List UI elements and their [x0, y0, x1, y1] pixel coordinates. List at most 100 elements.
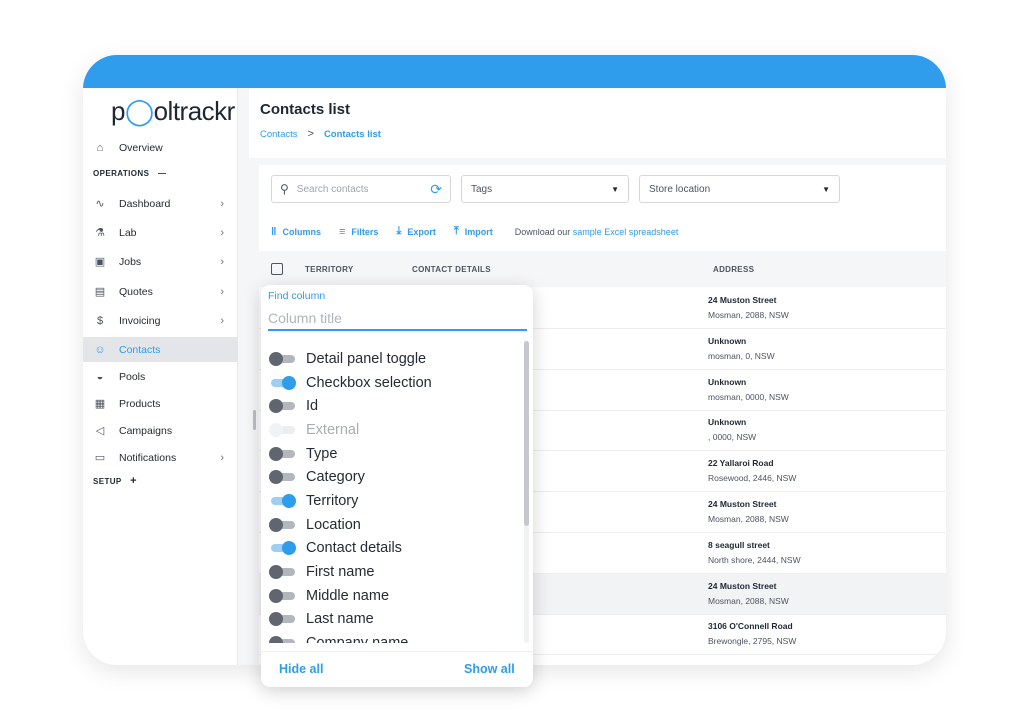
toggle-switch[interactable]	[269, 636, 296, 643]
store-location-label: Store location	[649, 183, 711, 195]
address-line1: Unknown	[708, 417, 747, 428]
columns-button[interactable]: ‖ Columns	[271, 226, 321, 238]
column-option[interactable]: First name	[261, 560, 519, 584]
toggle-switch[interactable]	[269, 493, 296, 508]
columns-panel-footer: Hide all Show all	[261, 651, 533, 687]
address-line2: Rosewood, 2446, NSW	[708, 473, 797, 484]
download-icon: ⤓	[396, 225, 402, 237]
address-line2: , 0000, NSW	[708, 432, 757, 443]
toggle-switch[interactable]	[269, 517, 296, 532]
toggle-switch[interactable]	[269, 588, 296, 603]
toggle-switch[interactable]	[269, 565, 296, 580]
sample-spreadsheet-link[interactable]: sample Excel spreadsheet	[573, 227, 679, 237]
column-option: External	[261, 418, 519, 442]
column-option[interactable]: Contact details	[261, 537, 519, 561]
filters-button[interactable]: ≡ Filters	[339, 226, 378, 238]
address-cell: 24 Muston Street Mosman, 2088, NSW	[708, 499, 789, 524]
toggle-switch[interactable]	[269, 446, 296, 461]
address-cell: 8 seagull street North shore, 2444, NSW	[708, 540, 801, 565]
columns-icon: ‖	[271, 225, 277, 238]
column-option[interactable]: Id	[261, 394, 519, 418]
export-button[interactable]: ⤓ Export	[396, 225, 435, 238]
tags-select[interactable]: Tags ▼	[461, 175, 629, 203]
store-location-select[interactable]: Store location ▼	[639, 175, 840, 203]
toggle-switch[interactable]	[269, 375, 296, 390]
column-option-label: First name	[306, 564, 375, 581]
toggle-knob	[269, 612, 283, 627]
address-line1: 24 Muston Street	[708, 499, 777, 509]
column-option[interactable]: Middle name	[261, 584, 519, 608]
column-option-label: Type	[306, 445, 338, 462]
caret-down-icon: ▼	[611, 184, 619, 194]
search-icon: ⚲	[280, 182, 289, 196]
show-all-button[interactable]: Show all	[464, 662, 515, 676]
column-option-label: Company name	[306, 635, 408, 643]
address-line2: Mosman, 2088, NSW	[708, 514, 789, 524]
address-cell: 22 Yallaroi Road Rosewood, 2446, NSW	[708, 458, 796, 483]
address-line1: 3106 O'Connell Road	[708, 621, 793, 632]
column-option-label: Contact details	[306, 540, 402, 557]
grid-toolbar: ‖ Columns ≡ Filters ⤓ Export ⤒ Import Do…	[271, 225, 678, 238]
column-list-scrollbar[interactable]	[524, 341, 529, 526]
select-all-checkbox[interactable]	[271, 263, 283, 275]
column-option[interactable]: Type	[261, 442, 519, 466]
address-line2: Mosman, 2088, NSW	[708, 310, 789, 320]
column-option[interactable]: Territory	[261, 489, 519, 513]
address-line2: mosman, 0000, NSW	[708, 391, 789, 402]
tags-select-label: Tags	[471, 183, 493, 195]
address-line1: 8 seagull street	[708, 539, 770, 550]
column-option-label: Middle name	[306, 587, 390, 604]
toggle-switch[interactable]	[269, 470, 296, 485]
toggle-switch[interactable]	[269, 612, 296, 627]
toggle-knob	[269, 470, 283, 485]
download-note: Download our sample Excel spreadsheet	[515, 227, 679, 237]
column-option[interactable]: Company name	[261, 631, 519, 643]
column-option-label: Location	[306, 516, 361, 533]
address-cell: Unknown , 0000, NSW	[708, 417, 756, 442]
column-option-label: Checkbox selection	[306, 374, 432, 391]
column-option[interactable]: Last name	[261, 608, 519, 632]
columns-panel: Find column Detail panel toggle Checkbox …	[261, 285, 533, 687]
toggle-knob	[282, 541, 296, 556]
export-button-label: Export	[407, 226, 436, 237]
search-input[interactable]: Search contacts	[297, 184, 430, 195]
address-cell: 24 Muston Street Mosman, 2088, NSW	[708, 295, 789, 320]
column-option-label: External	[306, 421, 360, 438]
column-option[interactable]: Detail panel toggle	[261, 347, 519, 371]
column-option-label: Territory	[306, 492, 359, 509]
import-button[interactable]: ⤒ Import	[454, 225, 493, 238]
address-line1: 22 Yallaroi Road	[708, 458, 774, 469]
address-cell: Unknown mosman, 0, NSW	[708, 336, 775, 361]
header-address[interactable]: ADDRESS	[713, 265, 754, 274]
address-cell: 3106 O'Connell Road Brewongle, 2795, NSW	[708, 621, 796, 646]
column-title-input[interactable]	[268, 307, 527, 331]
toggle-knob	[269, 422, 283, 437]
header-contact-details[interactable]: CONTACT DETAILS	[412, 265, 491, 274]
address-line1: Unknown	[708, 335, 747, 346]
column-option[interactable]: Category	[261, 465, 519, 489]
address-cell: 24 Muston Street Mosman, 2088, NSW	[708, 581, 789, 606]
address-line2: Brewongle, 2795, NSW	[708, 636, 797, 647]
column-option-label: Detail panel toggle	[306, 350, 427, 367]
refresh-icon[interactable]: ⟳	[430, 181, 442, 198]
address-line1: Unknown	[708, 376, 747, 387]
upload-icon: ⤒	[453, 225, 459, 237]
header-territory[interactable]: TERRITORY	[305, 265, 353, 274]
toggle-switch[interactable]	[269, 351, 296, 366]
address-line2: Mosman, 2088, NSW	[708, 595, 789, 606]
column-option[interactable]: Checkbox selection	[261, 371, 519, 395]
import-button-label: Import	[464, 226, 493, 237]
column-option[interactable]: Location	[261, 513, 519, 537]
column-option-label: Category	[306, 469, 365, 486]
toggle-switch[interactable]	[269, 399, 296, 414]
search-box[interactable]: ⚲ Search contacts ⟳	[271, 175, 451, 203]
toggle-knob	[269, 351, 283, 366]
toggle-knob	[269, 565, 283, 580]
toggle-switch[interactable]	[269, 541, 296, 556]
column-option-label: Last name	[306, 611, 374, 628]
address-line2: mosman, 0, NSW	[708, 350, 775, 361]
address-line1: 24 Muston Street	[708, 295, 777, 305]
address-line1: 24 Muston Street	[708, 580, 777, 591]
address-cell: Unknown mosman, 0000, NSW	[708, 377, 789, 402]
hide-all-button[interactable]: Hide all	[279, 662, 323, 676]
